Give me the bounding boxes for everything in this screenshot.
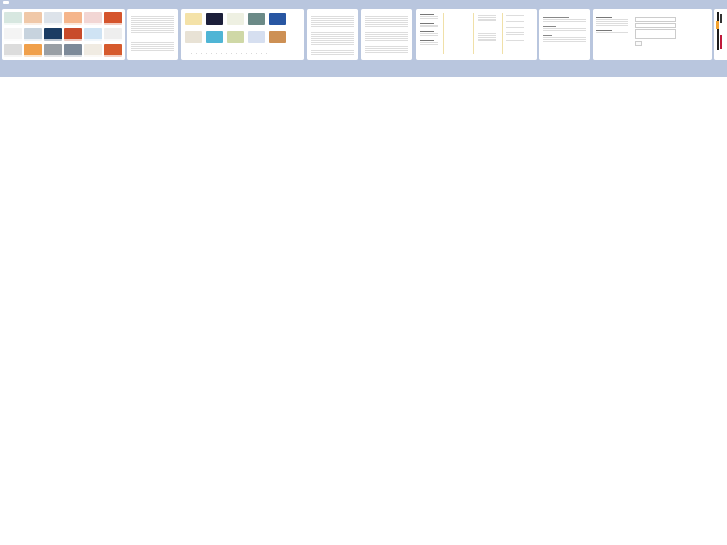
- news-column: [478, 14, 496, 42]
- thumbnail[interactable]: [24, 12, 42, 25]
- page-dot[interactable]: [221, 53, 222, 54]
- page-dot[interactable]: [261, 53, 262, 54]
- page-dot[interactable]: [231, 53, 232, 54]
- page-dot[interactable]: [246, 53, 247, 54]
- page-dot[interactable]: [241, 53, 242, 54]
- divider: [443, 13, 444, 54]
- decorative-bar: [720, 35, 722, 49]
- cropped-panel: [714, 9, 727, 60]
- portfolio-grid: [185, 13, 286, 43]
- thumbnail[interactable]: [24, 28, 42, 41]
- portfolio-item[interactable]: [248, 13, 265, 25]
- email-field[interactable]: [635, 23, 676, 28]
- page-dot[interactable]: [201, 53, 202, 54]
- page-dot[interactable]: [226, 53, 227, 54]
- text-block: [543, 16, 586, 23]
- thumbnail[interactable]: [84, 28, 102, 41]
- text-block: [365, 45, 408, 54]
- news-panel: [416, 9, 537, 60]
- text-block: [131, 41, 174, 52]
- message-field[interactable]: [635, 29, 676, 39]
- contact-details: [596, 16, 628, 34]
- page-dot[interactable]: [236, 53, 237, 54]
- logo[interactable]: [3, 1, 9, 4]
- thumbnail[interactable]: [104, 44, 122, 57]
- name-field[interactable]: [635, 17, 676, 22]
- page-dot[interactable]: [256, 53, 257, 54]
- thumbnail[interactable]: [64, 28, 82, 41]
- text-panel: [307, 9, 358, 60]
- decorative-bar: [720, 14, 722, 23]
- thumbnail[interactable]: [64, 44, 82, 57]
- portfolio-panel: [181, 9, 304, 60]
- thumbnail[interactable]: [4, 44, 22, 57]
- thumbnail[interactable]: [24, 44, 42, 57]
- text-block: [543, 34, 586, 43]
- thumbnail[interactable]: [44, 28, 62, 41]
- decorative-bar: [716, 21, 719, 29]
- page-dot[interactable]: [206, 53, 207, 54]
- thumbnail[interactable]: [44, 12, 62, 25]
- news-column: [506, 14, 524, 42]
- divider: [502, 13, 503, 54]
- thumbnail[interactable]: [44, 44, 62, 57]
- thumbnail[interactable]: [4, 12, 22, 25]
- portfolio-item[interactable]: [206, 31, 223, 43]
- text-block: [311, 49, 354, 56]
- decorative-bar: [717, 12, 719, 50]
- thumbnail[interactable]: [84, 44, 102, 57]
- page-dot[interactable]: [191, 53, 192, 54]
- contact-panel: [593, 9, 712, 60]
- text-block: [311, 31, 354, 46]
- portfolio-item[interactable]: [227, 13, 244, 25]
- text-panel: [361, 9, 412, 60]
- send-button[interactable]: [635, 41, 642, 46]
- text-block: [365, 31, 408, 42]
- thumbnail[interactable]: [104, 28, 122, 41]
- thumbnail-grid: [4, 12, 122, 57]
- text-block: [311, 15, 354, 28]
- portfolio-item[interactable]: [248, 31, 265, 43]
- portfolio-item[interactable]: [185, 13, 202, 25]
- page-dot[interactable]: [251, 53, 252, 54]
- text-block: [131, 15, 174, 34]
- page-dot[interactable]: [196, 53, 197, 54]
- divider: [473, 13, 474, 54]
- thumbnail[interactable]: [64, 12, 82, 25]
- portfolio-item[interactable]: [269, 31, 286, 43]
- text-panel: [127, 9, 178, 60]
- news-column: [420, 14, 438, 45]
- pagination: [191, 53, 267, 54]
- portfolio-item[interactable]: [185, 31, 202, 43]
- page-dot[interactable]: [216, 53, 217, 54]
- portfolio-item[interactable]: [206, 13, 223, 25]
- thumbnail[interactable]: [4, 28, 22, 41]
- page-dot[interactable]: [266, 53, 267, 54]
- gallery-panel: [2, 9, 125, 60]
- portfolio-item[interactable]: [227, 31, 244, 43]
- page-dot[interactable]: [211, 53, 212, 54]
- thumbnail[interactable]: [104, 12, 122, 25]
- text-block: [365, 15, 408, 28]
- thumbnail[interactable]: [84, 12, 102, 25]
- text-panel: [539, 9, 590, 60]
- contact-form: [635, 16, 676, 46]
- portfolio-item[interactable]: [269, 13, 286, 25]
- text-block: [543, 25, 586, 32]
